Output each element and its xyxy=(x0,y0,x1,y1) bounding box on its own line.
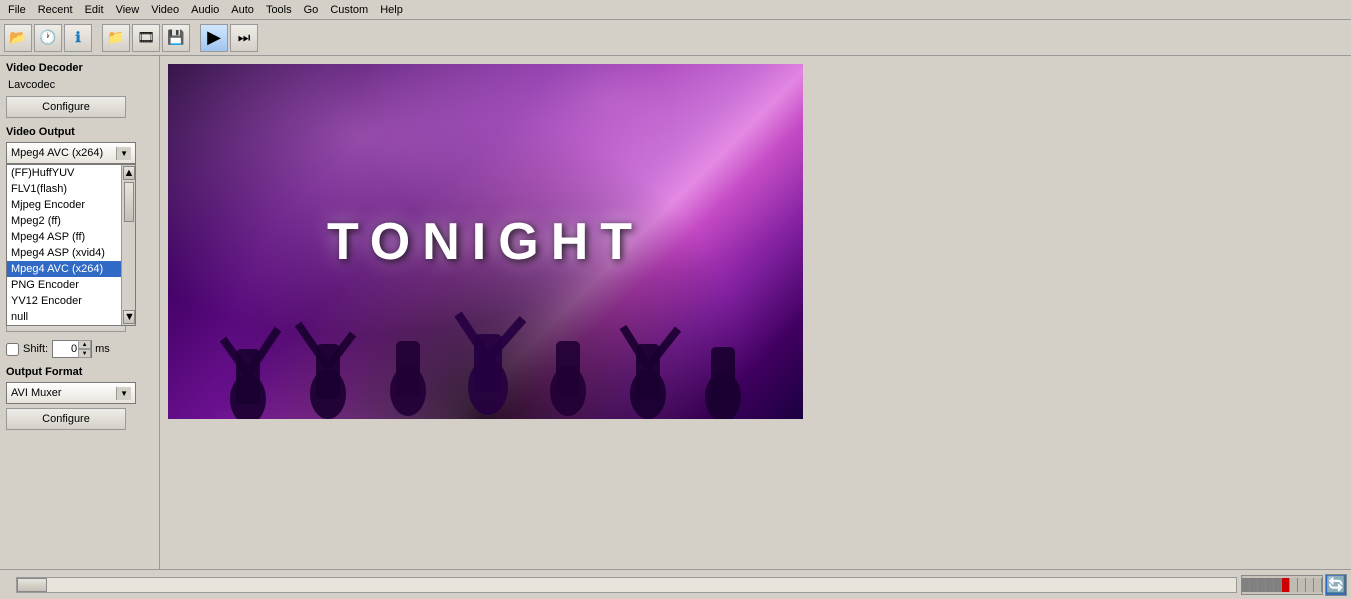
open-button[interactable]: 📂 xyxy=(4,24,32,52)
recent-button[interactable]: 🕐 xyxy=(34,24,62,52)
menu-help[interactable]: Help xyxy=(374,2,409,18)
option-mpeg2[interactable]: Mpeg2 (ff) xyxy=(7,213,121,229)
info-button[interactable]: ℹ xyxy=(64,24,92,52)
video-output-selected: Mpeg4 AVC (x264) xyxy=(11,147,103,159)
open-folder-icon: 📁 xyxy=(107,29,124,46)
shift-input-container: ▲ ▼ xyxy=(52,340,91,358)
vol-seg-10 xyxy=(1314,578,1322,592)
scrollbar-thumb[interactable] xyxy=(17,578,47,592)
open-folder-button[interactable]: 📁 xyxy=(102,24,130,52)
video-output-title: Video Output xyxy=(6,126,153,138)
dropdown-arrow-icon: ▼ xyxy=(116,147,131,160)
scroll-thumb[interactable] xyxy=(124,182,134,222)
menu-tools[interactable]: Tools xyxy=(260,2,298,18)
info-icon: ℹ xyxy=(75,29,80,46)
menu-bar: File Recent Edit View Video Audio Auto T… xyxy=(0,0,1351,20)
video-decoder-section: Video Decoder Lavcodec Configure xyxy=(6,62,153,126)
spinner-down-btn[interactable]: ▼ xyxy=(78,349,91,358)
toolbar-separator-2 xyxy=(192,24,198,52)
output-format-dropdown[interactable]: AVI Muxer ▼ xyxy=(6,382,136,404)
menu-video[interactable]: Video xyxy=(145,2,185,18)
video-output-section: Video Output Mpeg4 AVC (x264) ▼ (FF)Huff… xyxy=(6,126,153,306)
shift-row: Shift: ▲ ▼ ms xyxy=(6,340,153,358)
video-preview: TONIGHT xyxy=(168,64,803,419)
option-mpeg4asp-ff[interactable]: Mpeg4 ASP (ff) xyxy=(7,229,121,245)
video-area: TONIGHT xyxy=(160,56,1351,569)
tonight-text: TONIGHT xyxy=(327,212,644,272)
option-yv12[interactable]: YV12 Encoder xyxy=(7,293,121,309)
menu-audio[interactable]: Audio xyxy=(185,2,225,18)
menu-auto[interactable]: Auto xyxy=(225,2,260,18)
left-panel: Video Decoder Lavcodec Configure Video O… xyxy=(0,56,160,569)
option-null[interactable]: null xyxy=(7,309,121,325)
output-format-title: Output Format xyxy=(6,366,153,378)
next-button[interactable]: ⏭ xyxy=(230,24,258,52)
play-icon: ▶ xyxy=(207,27,221,48)
video-decoder-title: Video Decoder xyxy=(6,62,153,74)
save-icon: 💾 xyxy=(167,29,184,46)
option-mjpeg[interactable]: Mjpeg Encoder xyxy=(7,197,121,213)
play-button[interactable]: ▶ xyxy=(200,24,228,52)
status-right: 🔄 xyxy=(1241,574,1347,596)
shift-label: Shift: xyxy=(23,343,48,355)
menu-go[interactable]: Go xyxy=(298,2,325,18)
menu-recent[interactable]: Recent xyxy=(32,2,79,18)
video-output-dropdown-btn[interactable]: Mpeg4 AVC (x264) ▼ xyxy=(6,142,136,164)
menu-custom[interactable]: Custom xyxy=(324,2,374,18)
open-icon: 📂 xyxy=(9,29,26,46)
spinner-up-btn[interactable]: ▲ xyxy=(78,340,91,349)
shift-spinner: ▲ ▼ xyxy=(78,340,91,358)
scroll-up-btn[interactable]: ▲ xyxy=(123,166,135,180)
vol-seg-8 xyxy=(1298,578,1306,592)
vol-seg-1 xyxy=(1242,578,1250,592)
toolbar-separator-1 xyxy=(94,24,100,52)
decoder-name: Lavcodec xyxy=(6,78,153,92)
volume-control xyxy=(1241,575,1323,595)
option-flv1[interactable]: FLV1(flash) xyxy=(7,181,121,197)
cycle-icon: 🔄 xyxy=(1326,575,1346,595)
save-button[interactable]: 💾 xyxy=(162,24,190,52)
video-file-icon: 🎞 xyxy=(137,29,155,46)
option-png-encoder[interactable]: PNG Encoder xyxy=(7,277,121,293)
dropdown-list-wrapper: (FF)HuffYUV FLV1(flash) Mjpeg Encoder Mp… xyxy=(7,165,135,325)
video-file-button[interactable]: 🎞 xyxy=(132,24,160,52)
status-bar: 🔄 xyxy=(0,569,1351,599)
next-icon: ⏭ xyxy=(238,29,251,46)
menu-file[interactable]: File xyxy=(2,2,32,18)
output-format-configure-button[interactable]: Configure xyxy=(6,408,126,430)
vol-seg-2 xyxy=(1250,578,1258,592)
toolbar: 📂 🕐 ℹ 📁 🎞 💾 ▶ ⏭ xyxy=(0,20,1351,56)
dropdown-scrollbar[interactable]: ▲ ▼ xyxy=(121,165,135,325)
vol-seg-6 xyxy=(1282,578,1290,592)
vol-seg-4 xyxy=(1266,578,1274,592)
shift-checkbox[interactable] xyxy=(6,343,19,356)
main-content: Video Decoder Lavcodec Configure Video O… xyxy=(0,56,1351,569)
output-format-section: Output Format AVI Muxer ▼ Configure xyxy=(6,366,153,438)
output-format-selected: AVI Muxer xyxy=(11,387,62,399)
cycle-button[interactable]: 🔄 xyxy=(1325,574,1347,596)
video-output-dropdown-list: (FF)HuffYUV FLV1(flash) Mjpeg Encoder Mp… xyxy=(6,164,136,326)
menu-view[interactable]: View xyxy=(110,2,146,18)
scroll-down-btn[interactable]: ▼ xyxy=(123,310,135,324)
vol-seg-9 xyxy=(1306,578,1314,592)
menu-edit[interactable]: Edit xyxy=(79,2,110,18)
option-huffyuv[interactable]: (FF)HuffYUV xyxy=(7,165,121,181)
output-format-arrow-icon: ▼ xyxy=(116,387,131,400)
vol-seg-5 xyxy=(1274,578,1282,592)
decoder-configure-button[interactable]: Configure xyxy=(6,96,126,118)
recent-icon: 🕐 xyxy=(39,29,56,46)
option-mpeg4avc[interactable]: Mpeg4 AVC (x264) xyxy=(7,261,121,277)
horizontal-scrollbar[interactable] xyxy=(16,577,1237,593)
video-frame: TONIGHT xyxy=(168,64,803,419)
dropdown-list-inner: (FF)HuffYUV FLV1(flash) Mjpeg Encoder Mp… xyxy=(7,165,135,325)
option-mpeg4asp-xvid[interactable]: Mpeg4 ASP (xvid4) xyxy=(7,245,121,261)
vol-seg-3 xyxy=(1258,578,1266,592)
ms-label: ms xyxy=(95,343,110,355)
video-output-dropdown[interactable]: Mpeg4 AVC (x264) ▼ (FF)HuffYUV FLV1(flas… xyxy=(6,142,153,164)
vol-seg-7 xyxy=(1290,578,1298,592)
